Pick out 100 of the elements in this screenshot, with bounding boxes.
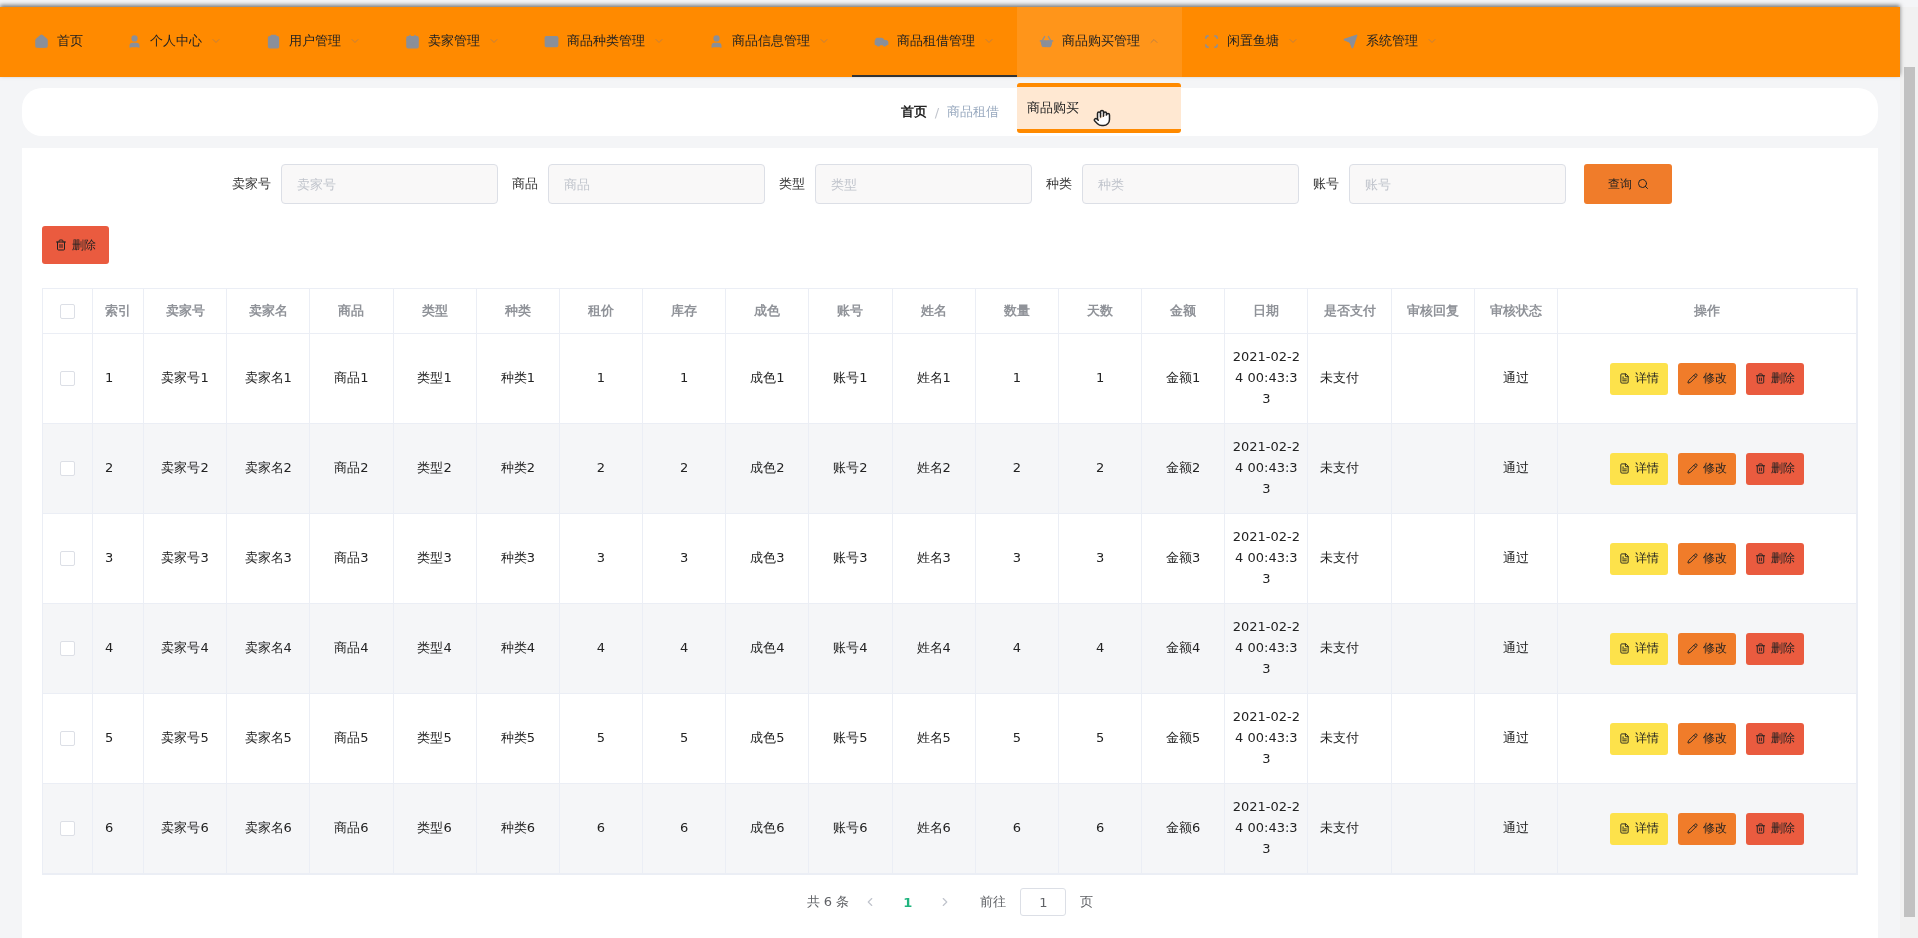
header-cell: 审核状态 [1474,289,1558,334]
delete-button[interactable]: 删除 [1746,542,1804,575]
header-cell: 金额 [1142,289,1226,334]
table-cell: 1 [559,334,644,424]
nav-item[interactable]: 系统管理 [1321,7,1460,77]
table-cell: 卖家名6 [227,784,311,874]
delete-button[interactable]: 删除 [1746,722,1804,755]
detail-button[interactable]: 详情 [1610,632,1668,665]
checkbox[interactable] [60,303,75,319]
nav-item[interactable]: 个人中心 [105,7,244,77]
table-cell: 金额1 [1142,334,1226,424]
menu-item[interactable]: 商品购买 [1017,93,1181,123]
header-cell: 是否支付 [1308,289,1392,334]
table-cell: 6 [1058,784,1143,874]
nav-item[interactable]: 商品种类管理 [522,7,687,77]
table-cell: 1 [643,334,727,424]
header-cell: 审核回复 [1391,289,1475,334]
edit-button[interactable]: 修改 [1678,362,1736,395]
table-cell: 2021-02-24 00:43:33 [1225,694,1309,784]
delete-button[interactable]: 删除 [1746,362,1804,395]
table-cell: 2021-02-24 00:43:33 [1225,514,1309,604]
nav-label: 商品信息管理 [732,32,810,50]
table-cell: 成色3 [726,514,810,604]
table-cell: 姓名1 [892,334,976,424]
nav-item[interactable]: 商品信息管理 [687,7,852,77]
table-cell: 1 [93,334,144,424]
nav-label: 闲置鱼塘 [1227,32,1279,50]
delete-button[interactable]: 删除 [1746,632,1804,665]
field-label: 种类 [1046,175,1072,193]
clipboard-icon [266,33,281,49]
table-cell: 成色5 [726,694,810,784]
table-cell: 6 [975,784,1059,874]
nav-item[interactable]: 首页 [12,7,105,77]
search-field[interactable]: 种类 [1082,164,1299,204]
table-cell: 种类5 [476,694,560,784]
nav-item[interactable]: 用户管理 [244,7,383,77]
pencil-icon [1687,463,1698,474]
table-cell: 通过 [1474,424,1558,514]
breadcrumb-item[interactable]: 首页 [900,103,927,121]
detail-button[interactable]: 详情 [1610,812,1668,845]
query-button[interactable]: 查询 [1584,164,1672,204]
nav-item[interactable]: 闲置鱼塘 [1182,7,1321,77]
delete-button[interactable]: 删除 [42,226,109,264]
scrollbar[interactable] [1900,7,1918,938]
table-cell: 金额3 [1142,514,1226,604]
checkbox[interactable] [60,821,75,836]
table-cell: 类型3 [393,514,477,604]
checkbox[interactable] [60,551,75,566]
checkbox[interactable] [60,461,75,476]
document-icon [1619,463,1630,474]
table-cell: 4 [1058,604,1143,694]
edit-button[interactable]: 修改 [1678,722,1736,755]
breadcrumb-separator: / [934,104,940,120]
trash-icon [1755,553,1766,564]
detail-button[interactable]: 详情 [1610,452,1668,485]
edit-button[interactable]: 修改 [1678,632,1736,665]
nav-item[interactable]: 商品租借管理 [852,7,1017,77]
checkbox[interactable] [60,371,75,386]
checkbox[interactable] [60,731,75,746]
nav-item[interactable]: 卖家管理 [383,7,522,77]
table-cell: 成色2 [726,424,810,514]
table-cell: 1 [1058,334,1143,424]
table-cell: 5 [559,694,644,784]
table-cell: 5 [643,694,727,784]
table-cell: 未支付 [1308,604,1392,694]
table-cell: 类型1 [393,334,477,424]
trash-icon [1755,463,1766,474]
table-cell: 卖家名4 [227,604,311,694]
table-cell: 3 [643,514,727,604]
delete-button[interactable]: 删除 [1746,452,1804,485]
document-icon [1619,373,1630,384]
table-cell: 成色1 [726,334,810,424]
header-cell: 种类 [476,289,560,334]
checkbox[interactable] [60,641,75,656]
delete-button[interactable]: 删除 [1746,812,1804,845]
table-cell: 2021-02-24 00:43:33 [1225,424,1309,514]
table-cell: 4 [975,604,1059,694]
table-cell: 3 [559,514,644,604]
edit-button[interactable]: 修改 [1678,542,1736,575]
trash-icon [1755,373,1766,384]
field-label: 商品 [512,175,538,193]
table-cell: 1 [975,334,1059,424]
edit-button[interactable]: 修改 [1678,812,1736,845]
table-cell: 账号3 [809,514,893,604]
table-cell: 卖家号6 [144,784,228,874]
field-label: 账号 [1313,175,1339,193]
page-input[interactable]: 1 [1020,888,1067,916]
user-icon [127,33,142,49]
table-cell: 未支付 [1308,334,1392,424]
table-cell: 种类4 [476,604,560,694]
total-count: 共 6 条 [806,893,850,911]
edit-button[interactable]: 修改 [1678,452,1736,485]
detail-button[interactable]: 详情 [1610,362,1668,395]
table-cell: 6 [643,784,727,874]
detail-button[interactable]: 详情 [1610,542,1668,575]
table-cell: 6 [93,784,144,874]
table-cell: 通过 [1474,694,1558,784]
document-icon [1619,823,1630,834]
table-cell: 金额6 [1142,784,1226,874]
detail-button[interactable]: 详情 [1610,722,1668,755]
